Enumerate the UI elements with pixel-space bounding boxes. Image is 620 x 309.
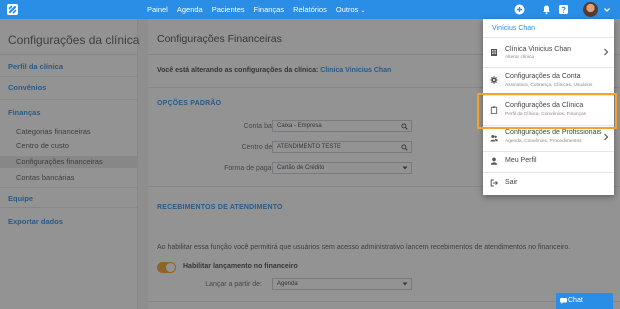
chevron-right-icon <box>604 133 609 141</box>
menu-item-subtitle: Alterar clínica <box>505 55 535 60</box>
app-logo-icon[interactable] <box>5 2 20 17</box>
bell-icon[interactable] <box>541 4 552 15</box>
menu-item-title: Clínica Vinicius Chan <box>505 46 572 53</box>
menu-item-title: Configurações da Conta <box>505 73 581 80</box>
nav-agenda[interactable]: Agenda <box>177 5 203 14</box>
nav-relatorios[interactable]: Relatórios <box>293 5 327 14</box>
nav-outros[interactable]: Outros ⌄ <box>336 5 366 14</box>
menu-item-clinica[interactable]: Clínica Vinicius Chan Alterar clínica <box>483 37 614 67</box>
chevron-down-icon: ⌄ <box>360 8 366 14</box>
chat-icon <box>560 298 567 304</box>
logout-icon <box>490 179 498 187</box>
nav-outros-label: Outros <box>335 5 359 14</box>
top-navigation-bar: Painel Agenda Pacientes Finanças Relatór… <box>0 0 620 19</box>
menu-user-name: Vinícius Chan <box>492 25 536 32</box>
main-nav: Painel Agenda Pacientes Finanças Relatór… <box>147 0 374 19</box>
menu-item-subtitle: Agenda, Convênios, Procedimentos <box>505 139 582 144</box>
building-icon <box>491 49 497 56</box>
nav-pacientes[interactable]: Pacientes <box>212 5 245 14</box>
avatar-chevron-down-icon[interactable] <box>603 6 611 14</box>
nav-financas[interactable]: Finanças <box>254 5 284 14</box>
menu-item-config-conta[interactable]: Configurações da Conta Assinatura, Cobra… <box>483 67 614 95</box>
help-icon[interactable] <box>558 4 569 15</box>
chat-button[interactable]: Chat <box>556 293 613 309</box>
chat-label: Chat <box>568 297 583 304</box>
highlight-frame <box>477 93 617 129</box>
avatar[interactable] <box>583 2 598 17</box>
nav-painel[interactable]: Painel <box>147 5 168 14</box>
gear-icon <box>490 76 498 84</box>
add-icon[interactable] <box>514 4 525 15</box>
menu-item-title: Configurações de Profissionais <box>505 129 602 136</box>
user-icon <box>490 157 498 165</box>
menu-item-title: Meu Perfil <box>505 157 537 164</box>
menu-item-meu-perfil[interactable]: Meu Perfil <box>483 151 614 172</box>
menu-item-subtitle: Assinatura, Cobrança, Clínicas, Usuários <box>505 83 593 88</box>
menu-item-sair[interactable]: Sair <box>483 172 614 195</box>
menu-item-title: Sair <box>505 179 518 186</box>
chevron-right-icon <box>604 48 609 56</box>
users-icon <box>490 135 498 142</box>
